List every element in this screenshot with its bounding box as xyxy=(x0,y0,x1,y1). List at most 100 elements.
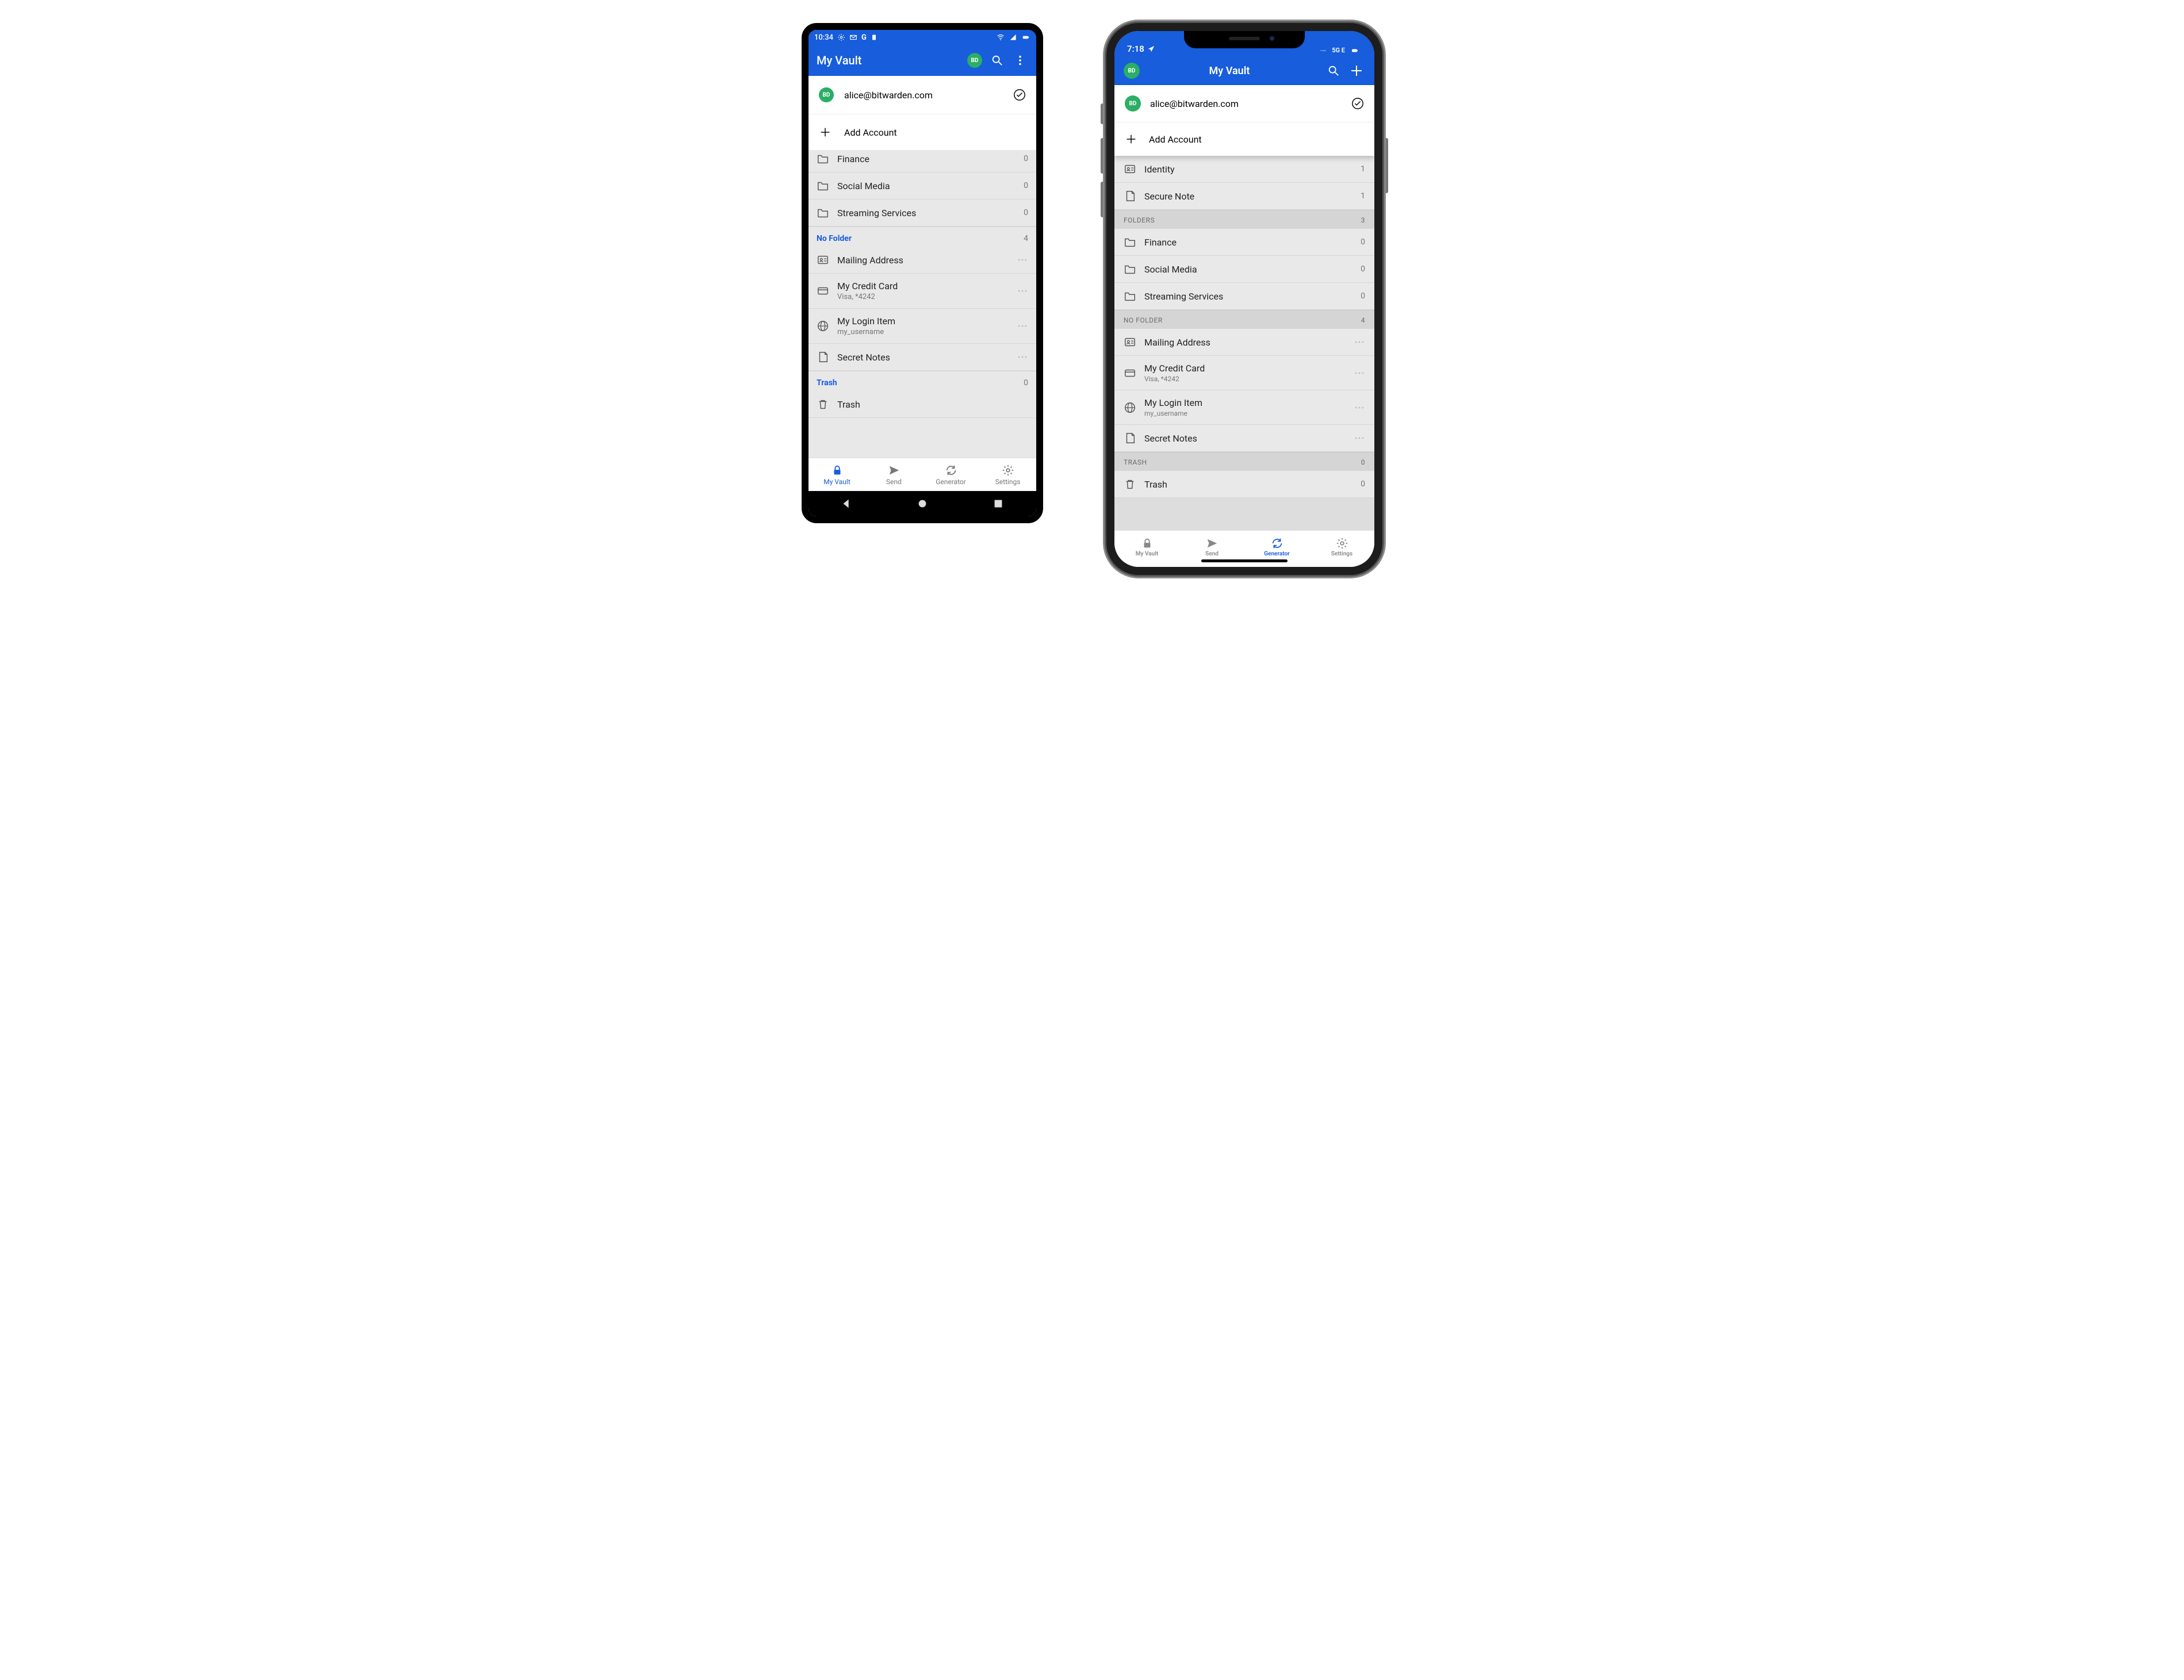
ios-nav-bar: BD My Vault xyxy=(1114,56,1374,85)
tab-settings[interactable]: Settings xyxy=(1309,531,1374,563)
folder-icon xyxy=(1124,236,1136,248)
tab-my-vault[interactable]: My Vault xyxy=(809,458,865,491)
overflow-menu-button[interactable] xyxy=(1012,52,1028,68)
vault-item-row[interactable]: Mailing Address xyxy=(809,247,1036,274)
folder-row[interactable]: Streaming Services 0 xyxy=(1114,283,1374,310)
tab-label: Settings xyxy=(1331,551,1352,557)
ios-power-button xyxy=(1385,138,1388,193)
folder-count: 0 xyxy=(1361,237,1365,247)
account-row-current[interactable]: BD alice@bitwarden.com xyxy=(1114,85,1374,122)
folder-icon xyxy=(1124,263,1136,275)
vault-list[interactable]: Identity 1 Secure Note 1 FOLDERS 3 Finan… xyxy=(1114,156,1374,530)
item-subtitle: my_username xyxy=(1144,409,1346,417)
add-account-label: Add Account xyxy=(1149,134,1202,145)
more-icon[interactable] xyxy=(1017,320,1028,332)
item-name: My Credit Card xyxy=(837,281,1009,291)
back-button[interactable] xyxy=(840,497,853,510)
tab-generator[interactable]: Generator xyxy=(1244,531,1309,563)
ios-notch xyxy=(1184,31,1305,48)
more-icon[interactable] xyxy=(1354,402,1365,413)
vault-item-row[interactable]: Secret Notes xyxy=(1114,425,1374,452)
section-header-no-folder: No Folder 4 xyxy=(809,227,1036,247)
folder-row[interactable]: Finance 0 xyxy=(809,150,1036,172)
type-row[interactable]: Secure Note 1 xyxy=(1114,183,1374,210)
gear-icon xyxy=(1002,464,1014,477)
tab-generator[interactable]: Generator xyxy=(922,458,979,491)
avatar-initials: BD xyxy=(1128,68,1136,74)
section-title: Trash xyxy=(817,378,837,388)
send-icon xyxy=(888,464,901,477)
search-button[interactable] xyxy=(989,52,1005,68)
folder-row[interactable]: Finance 0 xyxy=(1114,229,1374,256)
recents-button[interactable] xyxy=(992,497,1005,510)
vault-item-row[interactable]: My Login Item my_username xyxy=(1114,390,1374,425)
add-account-label: Add Account xyxy=(844,127,897,138)
vault-item-row[interactable]: My Credit Card Visa, *4242 xyxy=(809,274,1036,309)
account-row-current[interactable]: BD alice@bitwarden.com xyxy=(809,76,1036,114)
section-count: 4 xyxy=(1024,234,1028,243)
section-header-trash: TRASH 0 xyxy=(1114,452,1374,471)
tab-my-vault[interactable]: My Vault xyxy=(1114,531,1179,563)
network-label: 5G E xyxy=(1332,47,1345,54)
more-icon[interactable] xyxy=(1017,254,1028,266)
account-avatar[interactable]: BD xyxy=(967,53,982,68)
item-name: Mailing Address xyxy=(837,255,1009,266)
google-icon: G xyxy=(861,33,867,42)
tab-label: Generator xyxy=(936,478,966,486)
note-icon xyxy=(817,351,829,363)
avatar-initials: BD xyxy=(971,57,979,64)
trash-icon xyxy=(817,398,829,411)
vault-list[interactable]: Finance 0 Social Media 0 Streaming Servi… xyxy=(809,150,1036,458)
folder-row[interactable]: Social Media 0 xyxy=(809,172,1036,200)
folder-count: 0 xyxy=(1024,154,1028,163)
more-icon[interactable] xyxy=(1354,432,1365,444)
folder-count: 0 xyxy=(1361,264,1365,274)
vault-item-row[interactable]: My Credit Card Visa, *4242 xyxy=(1114,356,1374,390)
avatar-initials: BD xyxy=(1129,101,1137,107)
home-button[interactable] xyxy=(916,497,929,510)
more-icon[interactable] xyxy=(1017,285,1028,297)
search-button[interactable] xyxy=(1325,62,1342,79)
trash-icon xyxy=(1124,478,1136,490)
tab-send[interactable]: Send xyxy=(1179,531,1244,563)
add-item-button[interactable] xyxy=(1348,62,1365,79)
trash-row[interactable]: Trash 0 xyxy=(1114,471,1374,498)
section-count: 3 xyxy=(1361,216,1365,224)
item-subtitle: Visa, *4242 xyxy=(837,293,1009,301)
folder-name: Social Media xyxy=(1144,264,1352,275)
tab-settings[interactable]: Settings xyxy=(979,458,1036,491)
status-time: 7:18 xyxy=(1127,44,1144,54)
account-avatar: BD xyxy=(819,87,834,102)
account-switcher-panel: BD alice@bitwarden.com Add Account xyxy=(809,76,1036,150)
vault-item-row[interactable]: My Login Item my_username xyxy=(809,309,1036,344)
folder-row[interactable]: Streaming Services 0 xyxy=(809,200,1036,227)
section-title: NO FOLDER xyxy=(1124,316,1163,324)
tab-send[interactable]: Send xyxy=(865,458,922,491)
cellular-icon xyxy=(1317,47,1329,54)
more-icon[interactable] xyxy=(1354,336,1365,348)
folder-count: 0 xyxy=(1361,291,1365,301)
identity-icon xyxy=(817,254,829,266)
send-icon xyxy=(1206,537,1219,550)
add-account-button[interactable]: Add Account xyxy=(1114,122,1374,156)
ios-home-indicator[interactable] xyxy=(1201,559,1288,562)
bottom-tab-bar: My Vault Send Generator Settings xyxy=(809,458,1036,491)
account-avatar[interactable]: BD xyxy=(1124,63,1140,79)
item-subtitle: Visa, *4242 xyxy=(1144,375,1346,383)
trash-row[interactable]: Trash xyxy=(809,391,1036,418)
search-icon xyxy=(991,54,1003,67)
gear-icon xyxy=(1336,537,1348,550)
add-account-button[interactable]: Add Account xyxy=(809,114,1036,150)
vault-item-row[interactable]: Mailing Address xyxy=(1114,329,1374,356)
vault-item-row[interactable]: Secret Notes xyxy=(809,344,1036,371)
folder-name: Finance xyxy=(1144,237,1352,248)
tab-label: Generator xyxy=(1264,551,1289,557)
more-icon[interactable] xyxy=(1017,351,1028,363)
identity-icon xyxy=(1124,336,1136,348)
item-name: Secret Notes xyxy=(837,352,1009,363)
folder-row[interactable]: Social Media 0 xyxy=(1114,256,1374,283)
type-row[interactable]: Identity 1 xyxy=(1114,156,1374,183)
folder-name: Streaming Services xyxy=(837,208,1016,218)
more-icon[interactable] xyxy=(1354,367,1365,379)
status-time: 10:34 xyxy=(814,33,833,42)
